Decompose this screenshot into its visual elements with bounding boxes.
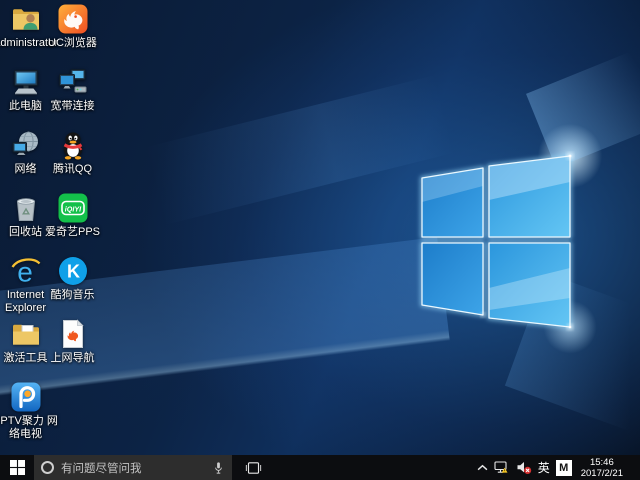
desktop-icon-administrator[interactable]: Administrator xyxy=(2,3,49,66)
qq-penguin-icon xyxy=(57,129,89,161)
iqiyi-icon: iQIYI xyxy=(57,192,89,224)
desktop-icon-iqiyi-pps[interactable]: iQIYI 爱奇艺PPS xyxy=(49,192,96,255)
task-view-button[interactable] xyxy=(238,455,268,480)
taskbar-clock[interactable]: 15:46 2017/2/21 xyxy=(578,457,627,479)
desktop-icon-uc-browser[interactable]: UC浏览器 xyxy=(49,3,96,66)
desktop-wallpaper: Administrator 此电脑 xyxy=(0,0,640,455)
svg-text:iQIYI: iQIYI xyxy=(64,205,81,214)
uc-browser-icon xyxy=(57,3,89,35)
internet-explorer-icon: e xyxy=(10,255,42,287)
taskbar: 有问题尽管问我 xyxy=(0,455,640,480)
desktop-icon-network[interactable]: 网络 xyxy=(2,129,49,192)
hidden-icons-chevron[interactable] xyxy=(477,464,488,471)
network-status-icon[interactable] xyxy=(494,460,510,475)
svg-text:K: K xyxy=(67,262,80,282)
desktop-icon-web-navigation[interactable]: 上网导航 xyxy=(49,318,96,381)
desktop-icon-label: 腾讯QQ xyxy=(38,163,108,176)
network-globe-icon xyxy=(10,129,42,161)
system-tray: 英 M 15:46 2017/2/21 xyxy=(477,455,640,480)
pptv-icon xyxy=(10,381,42,413)
desktop-icon-pptv[interactable]: PPTV聚力 网络电视 xyxy=(2,381,49,444)
windows-start-icon xyxy=(10,460,25,475)
folder-user-icon xyxy=(10,3,42,35)
desktop-icon-tencent-qq[interactable]: 腾讯QQ xyxy=(49,129,96,192)
desktop-icon-recycle-bin[interactable]: 回收站 xyxy=(2,192,49,255)
recycle-bin-icon xyxy=(10,192,42,224)
desktop-icon-grid: Administrator 此电脑 xyxy=(2,3,96,444)
this-pc-icon xyxy=(10,66,42,98)
desktop-icon-label: 酷狗音乐 xyxy=(38,289,108,302)
desktop-icon-label: UC浏览器 xyxy=(38,37,108,50)
start-button[interactable] xyxy=(0,455,34,480)
volume-muted-icon[interactable] xyxy=(516,460,532,475)
desktop-icon-internet-explorer[interactable]: e Internet Explorer xyxy=(2,255,49,318)
desktop-icon-activation-tool[interactable]: e 激活工具 xyxy=(2,318,49,381)
desktop-icon-broadband-connection[interactable]: 宽带连接 xyxy=(49,66,96,129)
windows-logo-wallpaper xyxy=(402,140,588,340)
kugou-music-icon: K xyxy=(57,255,89,287)
cortana-icon xyxy=(41,461,54,474)
desktop-icon-label: 宽带连接 xyxy=(38,100,108,113)
task-view-icon xyxy=(245,461,262,475)
desktop-icon-label: PPTV聚力 网络电视 xyxy=(0,415,61,441)
desktop-icon-kugou-music[interactable]: K 酷狗音乐 xyxy=(49,255,96,318)
microphone-icon[interactable] xyxy=(212,461,225,475)
broadband-connection-icon xyxy=(57,66,89,98)
clock-date: 2017/2/21 xyxy=(581,468,623,479)
search-placeholder: 有问题尽管问我 xyxy=(61,460,205,476)
ime-language-indicator[interactable]: 英 xyxy=(538,459,550,476)
desktop-icon-this-pc[interactable]: 此电脑 xyxy=(2,66,49,129)
cortana-search-box[interactable]: 有问题尽管问我 xyxy=(34,455,232,480)
taskbar-empty-area xyxy=(268,455,477,480)
activation-folder-icon: e xyxy=(10,318,42,350)
web-navigation-icon xyxy=(57,318,89,350)
ime-mode-icon[interactable]: M xyxy=(556,460,572,476)
desktop-icon-label: 爱奇艺PPS xyxy=(38,226,108,239)
clock-time: 15:46 xyxy=(581,457,623,468)
desktop-icon-label: 上网导航 xyxy=(38,352,108,365)
